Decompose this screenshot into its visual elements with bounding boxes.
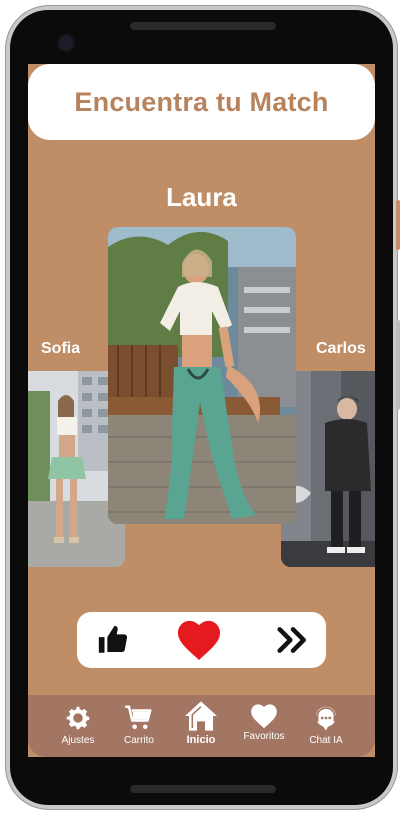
home-icon bbox=[185, 701, 217, 731]
nav-item-ajustes[interactable]: Ajustes bbox=[46, 703, 110, 753]
nav-label-chat-ia: Chat IA bbox=[309, 735, 343, 746]
page-title: Encuentra tu Match bbox=[74, 86, 329, 117]
love-button[interactable] bbox=[175, 616, 223, 664]
phone-bottom-speaker bbox=[130, 785, 276, 793]
skip-button[interactable] bbox=[273, 620, 313, 660]
phone-speaker bbox=[130, 22, 276, 30]
cart-icon bbox=[125, 705, 152, 729]
power-button bbox=[396, 320, 400, 410]
like-button[interactable] bbox=[93, 620, 133, 660]
header-card: Encuentra tu Match bbox=[28, 64, 375, 140]
thumbs-up-icon bbox=[98, 625, 128, 653]
nav-item-chat-ia[interactable]: Chat IA bbox=[294, 703, 358, 753]
nav-label-favoritos: Favoritos bbox=[243, 731, 285, 742]
nav-item-inicio[interactable]: Inicio bbox=[169, 700, 233, 750]
bottom-navigation: Ajustes Carrito Inicio Favoritos Chat IA bbox=[28, 695, 375, 757]
favorites-heart-icon bbox=[251, 704, 277, 729]
heart-icon bbox=[178, 620, 220, 661]
chat-icon bbox=[314, 706, 338, 731]
nav-item-favoritos[interactable]: Favoritos bbox=[232, 703, 296, 753]
nav-label-ajustes: Ajustes bbox=[61, 735, 95, 746]
volume-button bbox=[396, 200, 400, 250]
front-camera bbox=[59, 36, 73, 50]
current-profile-illustration bbox=[108, 227, 296, 524]
gear-icon bbox=[66, 706, 90, 730]
nav-label-carrito: Carrito bbox=[123, 735, 154, 746]
nav-item-carrito[interactable]: Carrito bbox=[107, 703, 171, 753]
nav-label-inicio: Inicio bbox=[186, 734, 216, 746]
double-chevron-right-icon bbox=[277, 627, 306, 653]
previous-profile-name: Sofia bbox=[41, 340, 81, 357]
current-profile-photo[interactable] bbox=[108, 227, 296, 524]
current-profile-name: Laura bbox=[166, 182, 237, 212]
next-profile-name: Carlos bbox=[316, 340, 366, 357]
action-bar bbox=[77, 612, 326, 668]
app-screen: Encuentra tu Match Laura Sofia Carlos Aj… bbox=[28, 64, 375, 757]
